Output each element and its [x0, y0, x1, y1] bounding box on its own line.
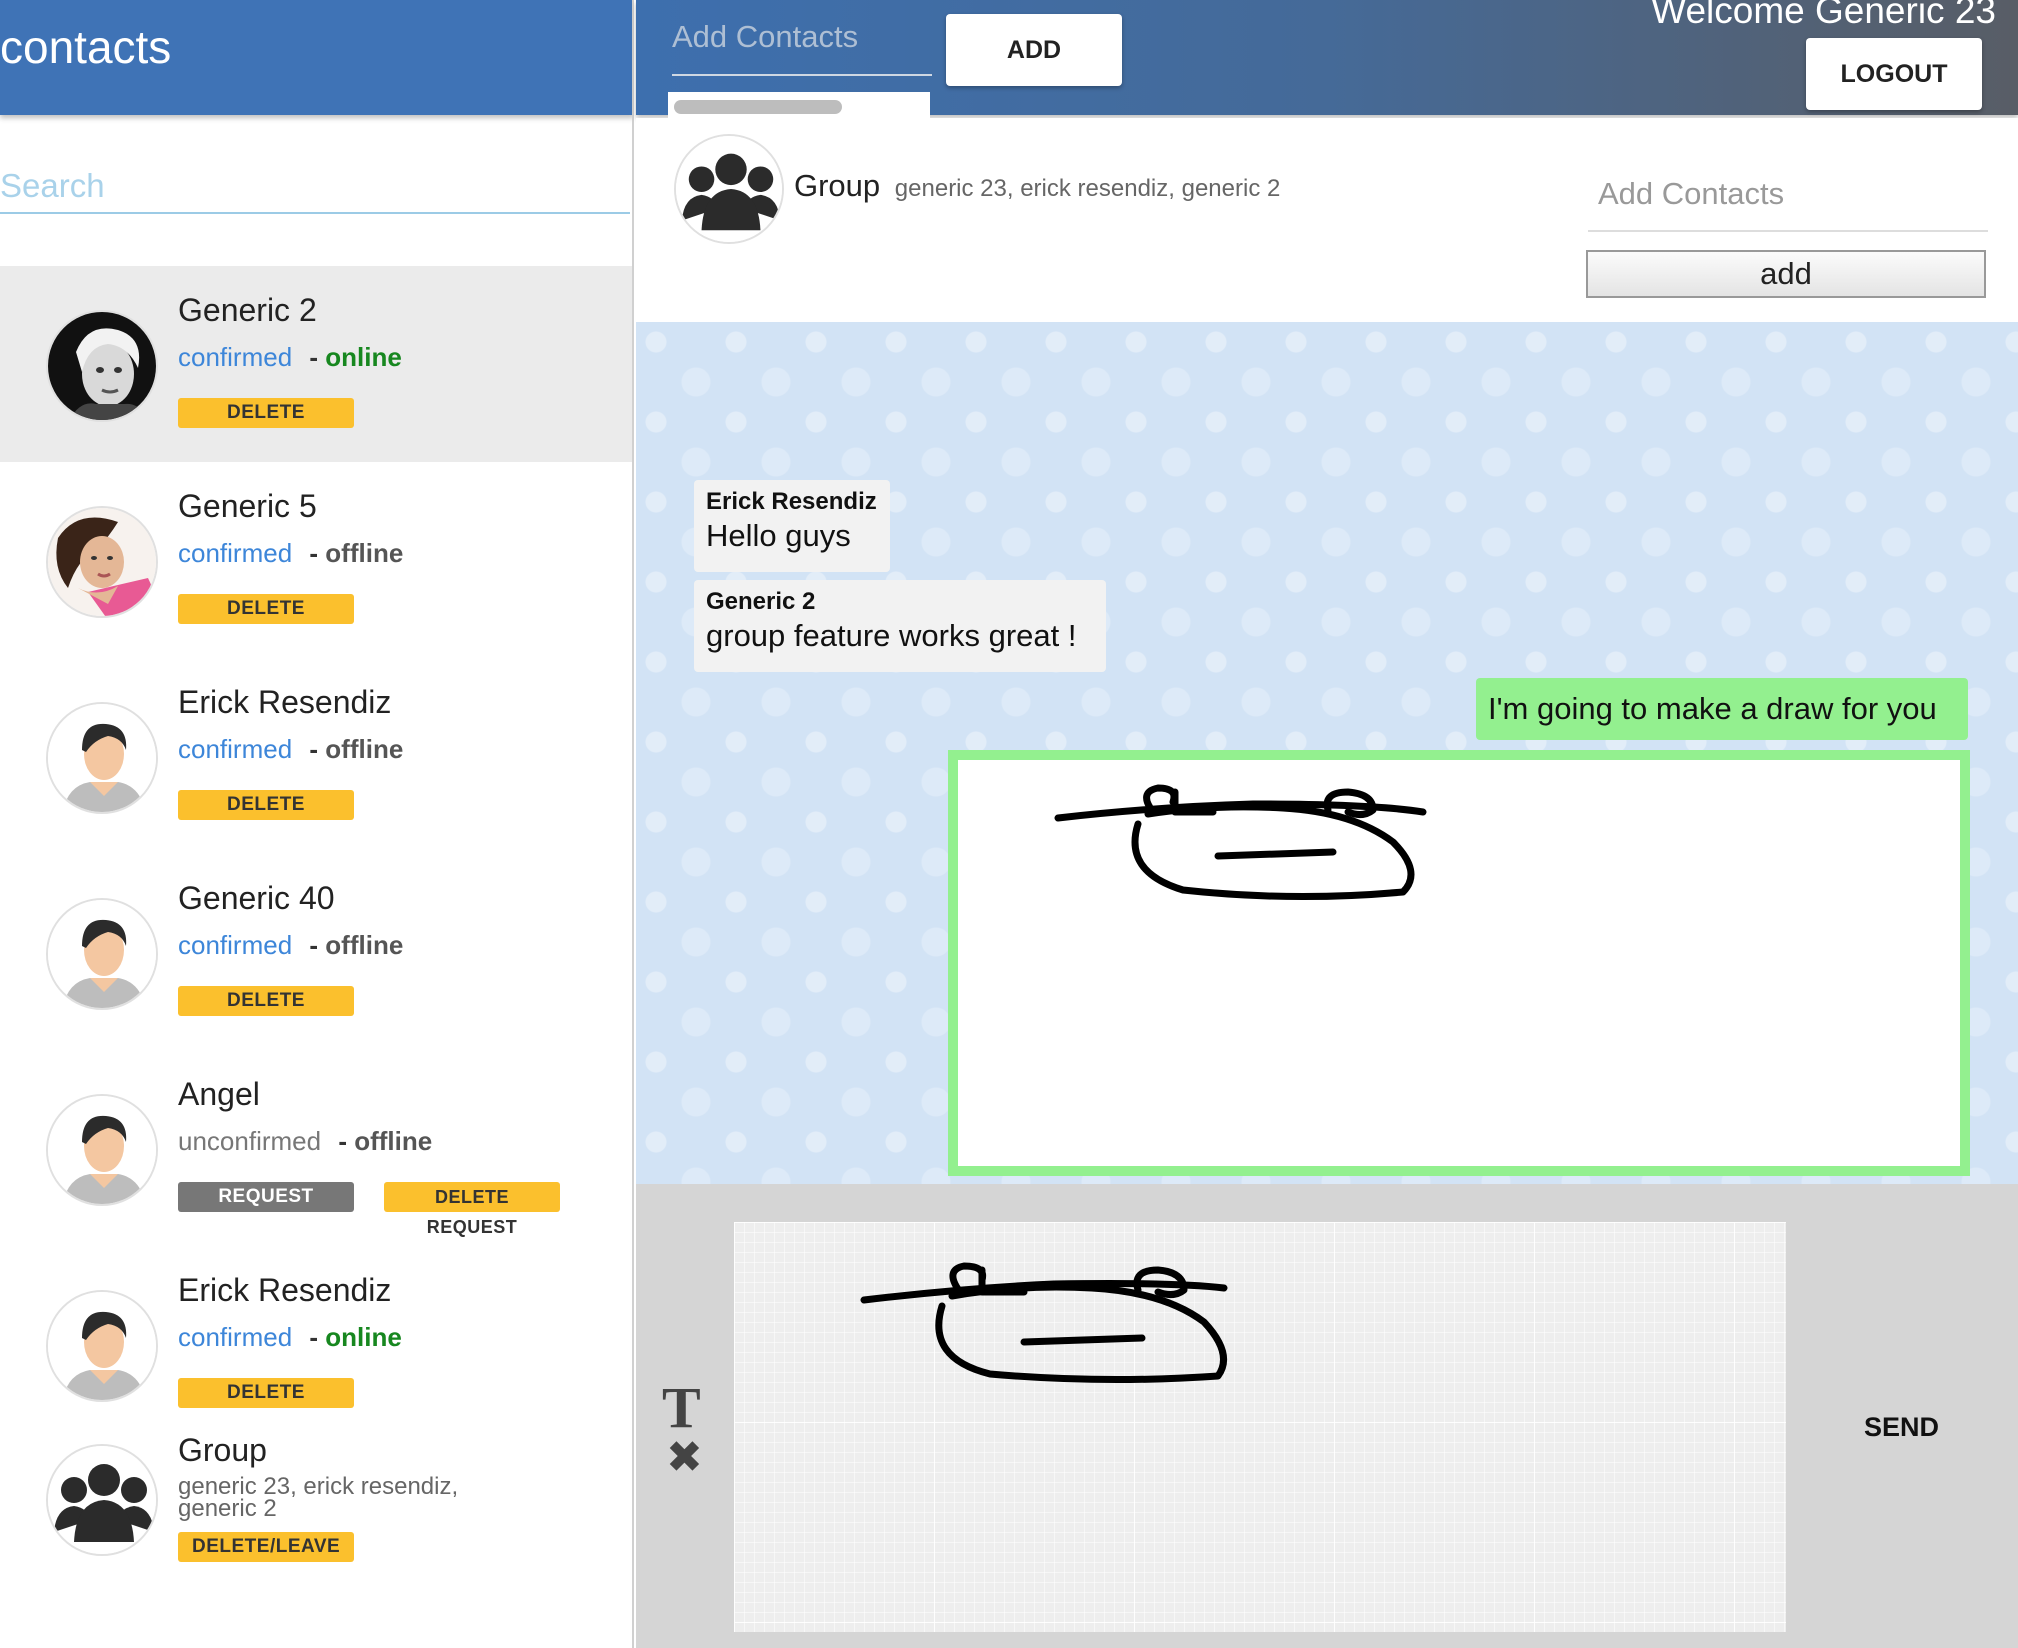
contact-item[interactable]: Generic 2 confirmed - online DELETE	[0, 266, 632, 462]
user-photo-icon	[46, 310, 158, 422]
send-button[interactable]: SEND	[1864, 1412, 1939, 1443]
contact-name: Generic 5	[178, 488, 317, 524]
status-separator: -	[338, 1126, 347, 1156]
group-add-contacts-field	[1588, 158, 1988, 232]
contact-status: unconfirmed - offline	[178, 1126, 432, 1157]
request-sent-button[interactable]: REQUEST SENT	[178, 1182, 354, 1237]
contact-item[interactable]: Angel unconfirmed - offline REQUEST SENT…	[0, 1050, 632, 1246]
offline-status: offline	[354, 1126, 433, 1156]
contact-status: confirmed - offline	[178, 734, 403, 765]
status-separator: -	[309, 734, 319, 764]
add-contacts-field	[672, 0, 932, 76]
add-contacts-input[interactable]	[672, 0, 932, 74]
confirmation-status: confirmed	[178, 734, 293, 764]
drawing-image	[1054, 784, 1427, 901]
confirmation-status: unconfirmed	[178, 1126, 322, 1156]
group-icon	[46, 1444, 158, 1556]
offline-status: offline	[325, 734, 404, 764]
clear-drawing-icon[interactable]: ✖	[666, 1432, 703, 1483]
confirmation-status: confirmed	[178, 930, 293, 960]
contact-name: Generic 40	[178, 880, 335, 916]
message-sender: Generic 2	[706, 588, 816, 615]
canvas-drawing	[860, 1262, 1228, 1384]
group-add-button[interactable]: add	[1586, 250, 1986, 298]
delete-leave-group-button[interactable]: DELETE/LEAVE	[178, 1532, 354, 1562]
contact-status: confirmed - online	[178, 342, 402, 373]
message-sender: Erick Resendiz	[706, 488, 877, 515]
search-field	[0, 160, 630, 214]
online-status: online	[325, 1322, 402, 1352]
chat-group-name: Group	[794, 168, 881, 203]
default-user-icon	[46, 898, 158, 1010]
status-separator: -	[309, 538, 319, 568]
delete-contact-button[interactable]: DELETE	[178, 986, 354, 1016]
message-text: group feature works great !	[706, 618, 1077, 653]
chat-group-members: generic 23, erick resendiz, generic 2	[894, 175, 1281, 202]
online-status: online	[325, 342, 402, 372]
contact-name: Angel	[178, 1076, 260, 1112]
sidebar-title: contacts	[0, 21, 172, 73]
sidebar-header: contacts	[0, 0, 632, 115]
contact-list: Generic 2 confirmed - online DELETE Gene…	[0, 266, 632, 1642]
user-photo-icon	[46, 506, 158, 618]
own-message-bubble: I'm going to make a draw for you	[1476, 678, 1968, 740]
delete-request-button[interactable]: DELETE REQUEST	[384, 1182, 560, 1237]
delete-contact-button[interactable]: DELETE	[178, 1378, 354, 1408]
offline-status: offline	[325, 930, 404, 960]
scrollbar[interactable]	[674, 100, 842, 114]
group-add-contacts-input[interactable]	[1588, 158, 1988, 230]
contact-item[interactable]: Generic 5 confirmed - offline DELETE	[0, 462, 632, 658]
group-members: generic 23, erick resendiz, generic 2	[178, 1473, 459, 1522]
chat-header: Group generic 23, erick resendiz, generi…	[636, 118, 2018, 322]
chat-messages-area: Erick Resendiz Hello guys Generic 2 grou…	[636, 322, 2018, 1184]
contacts-sidebar: contacts Generic 2 confirmed -	[0, 0, 634, 1648]
add-contact-button[interactable]: ADD	[946, 14, 1122, 86]
group-icon	[674, 134, 784, 244]
confirmation-status: confirmed	[178, 1322, 293, 1352]
status-separator: -	[309, 342, 319, 372]
search-input[interactable]	[0, 160, 630, 212]
contact-item[interactable]: Generic 40 confirmed - offline DELETE	[0, 854, 632, 1050]
default-user-icon	[46, 1094, 158, 1206]
status-separator: -	[309, 930, 319, 960]
default-user-icon	[46, 1290, 158, 1402]
welcome-message: Welcome Generic 23	[1651, 0, 1996, 31]
group-name: Group	[178, 1432, 267, 1468]
text-mode-icon[interactable]: T	[662, 1374, 701, 1441]
message-bubble: Generic 2 group feature works great !	[694, 580, 1106, 672]
suggestions-dropdown	[668, 92, 930, 120]
confirmation-status: confirmed	[178, 538, 293, 568]
contact-status: confirmed - online	[178, 1322, 402, 1353]
message-bubble: Erick Resendiz Hello guys	[694, 480, 890, 572]
contact-name: Generic 2	[178, 292, 317, 328]
group-item[interactable]: Group generic 23, erick resendiz, generi…	[0, 1432, 632, 1642]
offline-status: offline	[325, 538, 404, 568]
confirmation-status: confirmed	[178, 342, 293, 372]
chat-title: Group generic 23, erick resendiz, generi…	[794, 168, 1280, 204]
sent-drawing-message	[948, 750, 1970, 1176]
status-separator: -	[309, 1322, 319, 1352]
delete-contact-button[interactable]: DELETE	[178, 594, 354, 624]
default-user-icon	[46, 702, 158, 814]
logout-button[interactable]: LOGOUT	[1806, 38, 1982, 110]
message-composer: T ✖ SEND	[636, 1184, 2018, 1648]
delete-contact-button[interactable]: DELETE	[178, 398, 354, 428]
contact-status: confirmed - offline	[178, 538, 403, 569]
delete-contact-button[interactable]: DELETE	[178, 790, 354, 820]
message-text: Hello guys	[706, 518, 851, 553]
contact-item[interactable]: Erick Resendiz confirmed - offline DELET…	[0, 658, 632, 854]
drawing-canvas[interactable]	[734, 1222, 1786, 1632]
contact-item[interactable]: Erick Resendiz confirmed - online DELETE	[0, 1246, 632, 1442]
contact-name: Erick Resendiz	[178, 684, 392, 720]
contact-name: Erick Resendiz	[178, 1272, 392, 1308]
contact-status: confirmed - offline	[178, 930, 403, 961]
